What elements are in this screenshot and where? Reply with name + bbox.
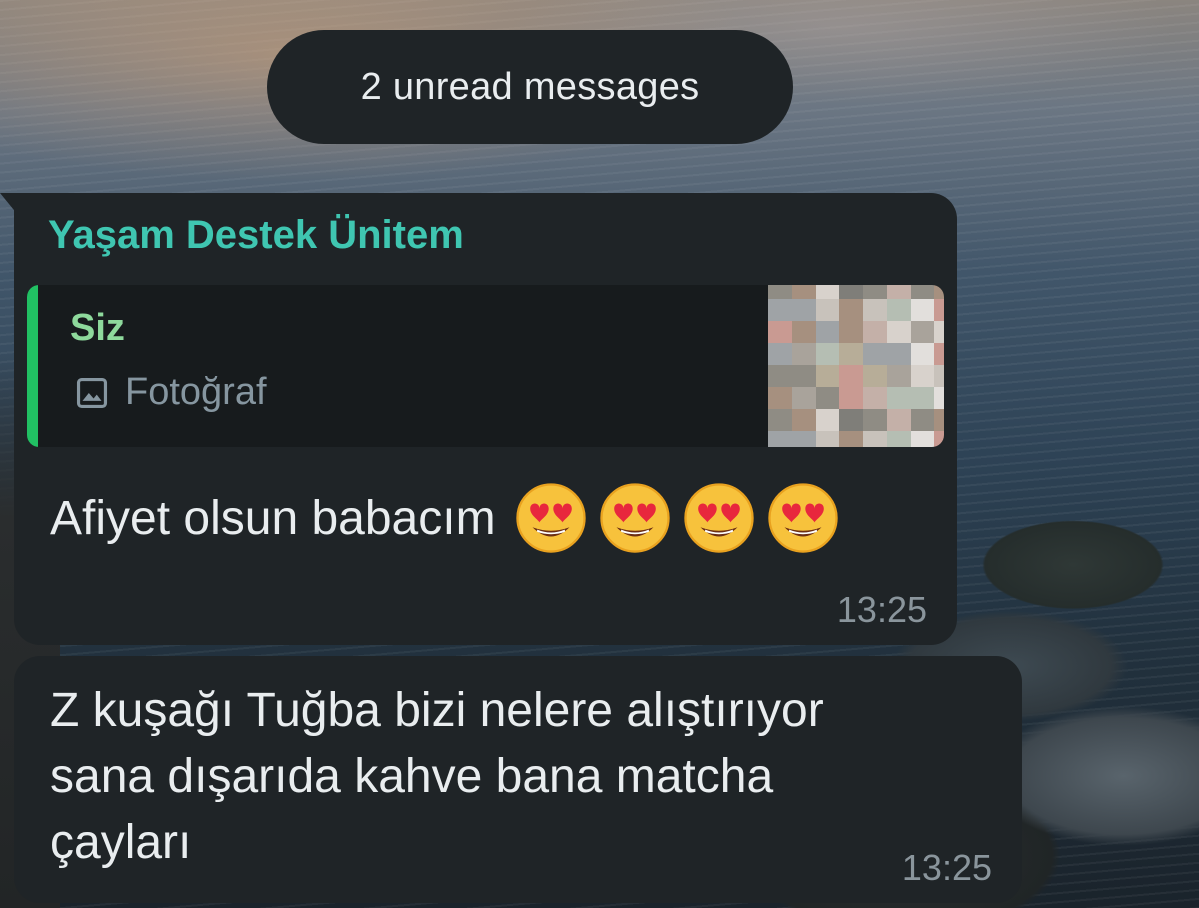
- message-timestamp: 13:25: [836, 589, 927, 630]
- thumbnail-pixel: [768, 343, 792, 365]
- thumbnail-pixel: [934, 285, 944, 299]
- thumbnail-pixel: [768, 321, 792, 343]
- thumbnail-pixel: [934, 365, 944, 387]
- unread-messages-banner: 2 unread messages: [267, 30, 793, 144]
- message-bubble-incoming[interactable]: Yaşam Destek Ünitem Siz Fotoğraf Afiyet …: [0, 193, 957, 645]
- quoted-reply[interactable]: Siz Fotoğraf: [27, 285, 944, 447]
- heart-eyes-emoji-icon: [599, 483, 670, 553]
- message-text: Afiyet olsun babacım: [50, 481, 840, 555]
- thumbnail-pixel: [863, 285, 887, 299]
- thumbnail-pixel: [791, 299, 816, 321]
- thumbnail-pixel: [886, 409, 911, 431]
- thumbnail-pixel: [839, 343, 863, 365]
- unread-messages-label: 2 unread messages: [360, 65, 700, 108]
- thumbnail-pixel: [839, 285, 863, 299]
- sender-name[interactable]: Yaşam Destek Ünitem: [48, 213, 464, 258]
- thumbnail-pixel: [791, 409, 816, 431]
- thumbnail-pixel: [791, 365, 816, 387]
- thumbnail-pixel: [863, 299, 887, 321]
- thumbnail-pixel: [886, 343, 911, 365]
- heart-eyes-emoji-icon: [515, 483, 586, 553]
- thumbnail-pixel: [839, 321, 863, 343]
- thumbnail-pixel: [910, 321, 935, 343]
- thumbnail-pixel: [839, 431, 863, 447]
- thumbnail-pixel: [815, 285, 840, 299]
- message-text-content: Afiyet olsun babacım: [50, 491, 496, 545]
- heart-eyes-emoji-icon: [683, 483, 754, 553]
- thumbnail-pixel: [791, 285, 816, 299]
- thumbnail-pixel: [934, 387, 944, 409]
- message-text: Z kuşağı Tuğba bizi nelere alıştırıyor s…: [50, 678, 950, 876]
- quote-media-label: Fotoğraf: [125, 371, 267, 413]
- thumbnail-pixel: [791, 343, 816, 365]
- heart-eyes-emoji-icon: [767, 483, 838, 553]
- thumbnail-pixel: [768, 299, 792, 321]
- thumbnail-pixel: [934, 343, 944, 365]
- thumbnail-pixel: [863, 365, 887, 387]
- thumbnail-pixel: [863, 321, 887, 343]
- thumbnail-pixel: [910, 387, 935, 409]
- thumbnail-pixel: [910, 365, 935, 387]
- thumbnail-pixel: [886, 387, 911, 409]
- quote-media-type: Fotoğraf: [73, 371, 267, 414]
- thumbnail-pixel: [863, 343, 887, 365]
- thumbnail-pixel: [886, 299, 911, 321]
- thumbnail-pixel: [839, 365, 863, 387]
- thumbnail-pixel: [768, 409, 792, 431]
- message-text-line: çayları: [50, 816, 192, 869]
- bubble-tail: [0, 193, 18, 215]
- thumbnail-pixel: [815, 299, 840, 321]
- thumbnail-pixel: [910, 285, 935, 299]
- thumbnail-pixel: [863, 431, 887, 447]
- thumbnail-pixel: [768, 387, 792, 409]
- thumbnail-pixel: [910, 431, 935, 447]
- thumbnail-pixel: [886, 321, 911, 343]
- photo-icon: [73, 374, 111, 412]
- quote-author: Siz: [70, 307, 125, 349]
- thumbnail-pixel: [886, 365, 911, 387]
- thumbnail-pixel: [768, 431, 792, 447]
- thumbnail-pixel: [934, 299, 944, 321]
- thumbnail-pixel: [839, 299, 863, 321]
- thumbnail-pixel: [910, 409, 935, 431]
- thumbnail-pixel: [910, 343, 935, 365]
- thumbnail-pixel: [768, 365, 792, 387]
- thumbnail-pixel: [791, 321, 816, 343]
- thumbnail-pixel: [768, 285, 792, 299]
- thumbnail-pixel: [791, 431, 816, 447]
- thumbnail-pixel: [839, 409, 863, 431]
- message-text-line: Z kuşağı Tuğba bizi nelere alıştırıyor: [50, 684, 824, 737]
- message-bubble-incoming[interactable]: Z kuşağı Tuğba bizi nelere alıştırıyor s…: [14, 656, 1022, 903]
- quoted-photo-thumbnail[interactable]: [768, 285, 944, 447]
- thumbnail-pixel: [815, 431, 840, 447]
- thumbnail-pixel: [934, 431, 944, 447]
- thumbnail-pixel: [934, 409, 944, 431]
- thumbnail-pixel: [910, 299, 935, 321]
- thumbnail-pixel: [815, 343, 840, 365]
- thumbnail-pixel: [791, 387, 816, 409]
- thumbnail-pixel: [815, 387, 840, 409]
- thumbnail-pixel: [815, 321, 840, 343]
- thumbnail-pixel: [863, 387, 887, 409]
- thumbnail-pixel: [863, 409, 887, 431]
- thumbnail-pixel: [839, 387, 863, 409]
- thumbnail-pixel: [815, 409, 840, 431]
- thumbnail-pixel: [886, 285, 911, 299]
- message-timestamp: 13:25: [901, 847, 992, 888]
- thumbnail-pixel: [815, 365, 840, 387]
- message-text-line: sana dışarıda kahve bana matcha: [50, 750, 774, 803]
- quote-accent-bar: [27, 285, 38, 447]
- thumbnail-pixel: [886, 431, 911, 447]
- thumbnail-pixel: [934, 321, 944, 343]
